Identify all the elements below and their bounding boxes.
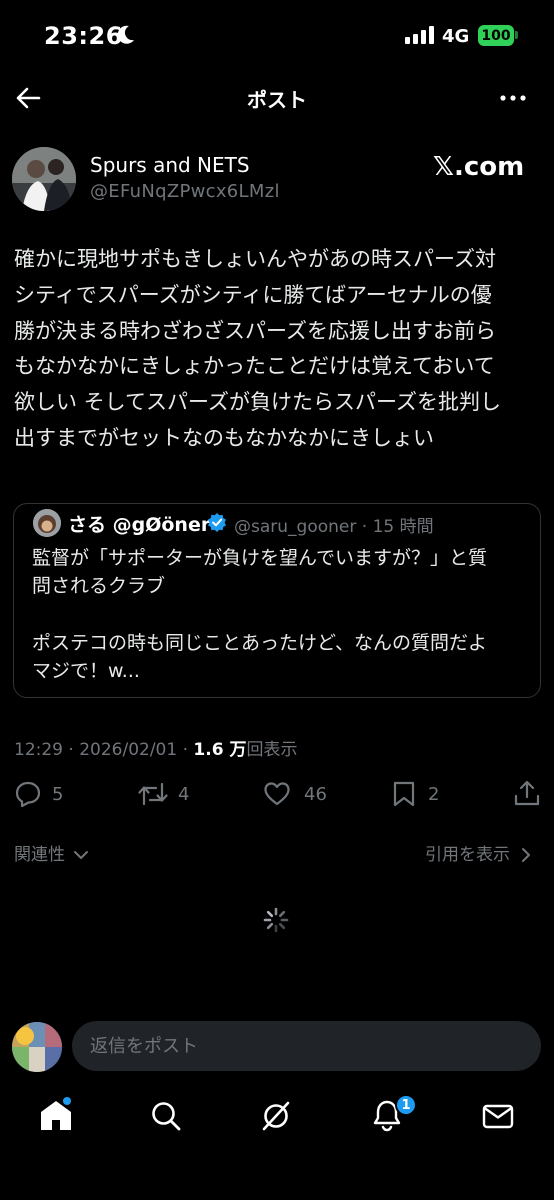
author-name[interactable]: Spurs and NETS <box>90 153 250 177</box>
network-label: 4G <box>442 26 470 47</box>
page-title: ポスト <box>247 88 307 112</box>
repost-icon[interactable] <box>137 780 169 808</box>
moon-icon <box>117 25 134 44</box>
messages-mail-icon[interactable] <box>480 1098 516 1134</box>
relevance-sort-button[interactable]: 関連性 <box>14 840 90 865</box>
view-quotes-button[interactable]: 引用を表示 <box>425 840 533 865</box>
author-handle[interactable]: @EFuNqZPwcx6LMzl <box>90 181 280 202</box>
reply-input[interactable] <box>72 1021 541 1071</box>
post-timestamp: 12:29 · 2026/02/01 · <box>14 740 194 760</box>
chevron-down-icon <box>74 851 89 859</box>
share-icon[interactable] <box>513 779 541 807</box>
author-avatar[interactable] <box>12 147 76 211</box>
source-label: 𝕏.com <box>433 152 525 182</box>
relevance-label: 関連性 <box>14 845 65 865</box>
grok-icon[interactable] <box>258 1098 294 1134</box>
quoted-author-handle: @saru_gooner · 15 時間 <box>234 517 434 537</box>
reply-count: 5 <box>52 784 64 805</box>
view-count-suffix: 回表示 <box>246 740 298 760</box>
home-notification-dot <box>63 1097 71 1105</box>
chevron-right-icon <box>522 848 531 862</box>
signal-icon <box>405 26 434 44</box>
quoted-author-name: さる @gØöner <box>68 514 211 536</box>
bookmark-count: 2 <box>428 784 440 805</box>
more-options-icon[interactable] <box>498 86 528 110</box>
battery-icon: 100 <box>478 25 514 46</box>
status-time: 23:26 <box>44 22 123 50</box>
like-count: 46 <box>304 784 327 805</box>
post-metadata: 12:29 · 2026/02/01 · 1.6 万回表示 <box>14 735 297 760</box>
current-user-avatar <box>12 1022 62 1072</box>
notifications-badge: 1 <box>395 1094 417 1116</box>
view-quotes-label: 引用を表示 <box>425 845 510 865</box>
like-icon[interactable] <box>263 780 291 808</box>
battery-tip <box>515 31 518 39</box>
view-count: 1.6 万 <box>193 740 247 760</box>
reply-icon[interactable] <box>14 780 42 808</box>
bookmark-icon[interactable] <box>390 780 418 808</box>
repost-count: 4 <box>178 784 190 805</box>
quoted-post-text: 監督が「サポーターが負けを望んでいますが？」と質 問されるクラブ ポステコの時も… <box>32 547 488 682</box>
loading-spinner-icon <box>263 907 289 933</box>
post-text: 確かに現地サポもきしょいんやがあの時スパーズ対 シティでスパーズがシティに勝てば… <box>14 247 501 450</box>
search-icon[interactable] <box>148 1098 184 1134</box>
verified-badge-icon <box>208 513 226 532</box>
quoted-author-avatar <box>33 509 61 537</box>
